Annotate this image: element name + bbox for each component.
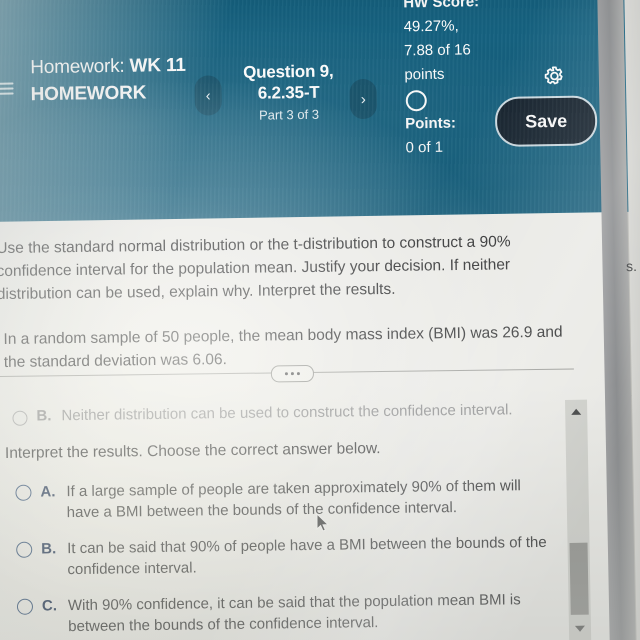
answer-option-c[interactable]: C. With 90% confidence, it can be said t…: [16, 589, 558, 638]
homework-title-lead: Homework:: [30, 55, 125, 79]
question-prompt: Use the standard normal distribution or …: [0, 229, 578, 374]
save-button-label: Save: [524, 110, 568, 131]
radio-button-b[interactable]: [16, 541, 33, 558]
save-button[interactable]: Save: [494, 95, 598, 147]
gear-icon[interactable]: [543, 65, 565, 87]
chevron-right-icon: ›: [360, 90, 366, 108]
answer-option-a[interactable]: A. If a large sample of people are taken…: [15, 475, 556, 524]
radio-button-disabled: [12, 410, 28, 426]
question-body: Use the standard normal distribution or …: [0, 220, 640, 640]
previous-option-text: Neither distribution can be used to cons…: [61, 401, 513, 425]
ellipsis-dot: [284, 372, 288, 376]
chevron-left-icon: ‹: [205, 86, 211, 104]
scrollbar-thumb[interactable]: [569, 542, 589, 615]
radio-button-c[interactable]: [16, 598, 34, 615]
option-text-a: If a large sample of people are taken ap…: [66, 477, 521, 522]
mouse-cursor: [316, 512, 330, 533]
option-text-b: It can be said that 90% of people have a…: [67, 533, 547, 579]
answer-option-b[interactable]: B. It can be said that 90% of people hav…: [16, 532, 557, 581]
scroll-up-arrow-icon[interactable]: [571, 408, 582, 415]
hw-score-label: HW Score:: [403, 0, 480, 12]
offscreen-clipped-text: s.: [625, 257, 638, 275]
screenshot-photo: Homework: WK 11 HOMEWORK ‹ Question 9, 6…: [0, 0, 640, 640]
points-value: 0 of 1: [405, 138, 444, 157]
hw-score-value: 49.27%, 7.88 of 16 points: [403, 17, 471, 84]
question-indicator: Question 9, 6.2.35-T Part 3 of 3: [223, 60, 354, 123]
homework-title: Homework: WK 11 HOMEWORK: [30, 51, 213, 108]
previous-part-answer: B. Neither distribution can be used to c…: [12, 401, 557, 426]
assignment-header: Homework: WK 11 HOMEWORK ‹ Question 9, 6…: [0, 0, 640, 222]
interpret-instruction: Interpret the results. Choose the correc…: [4, 440, 381, 462]
previous-option-letter: B.: [36, 407, 52, 425]
option-letter-b: B.: [41, 540, 57, 558]
ellipsis-dot: [296, 372, 300, 376]
score-panel: HW Score: 49.27%, 7.88 of 16 points Poin…: [403, 0, 484, 160]
more-options-button[interactable]: [270, 364, 315, 383]
question-paragraph-1: Use the standard normal distribution or …: [0, 233, 511, 304]
question-part-label: Part 3 of 3: [258, 106, 320, 123]
question-label: Question 9, 6.2.35-T: [242, 61, 334, 103]
answer-options-list: A. If a large sample of people are taken…: [15, 475, 558, 640]
vertical-scrollbar[interactable]: [565, 399, 592, 640]
option-letter-a: A.: [40, 483, 56, 501]
scroll-down-arrow-icon[interactable]: [574, 625, 586, 632]
points-circle-icon: [405, 90, 427, 112]
next-question-button[interactable]: ›: [349, 78, 378, 120]
ellipsis-dot: [290, 372, 294, 376]
option-letter-c: C.: [41, 597, 58, 615]
hamburger-menu-icon[interactable]: [0, 82, 14, 98]
option-text-c: With 90% confidence, it can be said that…: [67, 591, 521, 636]
radio-button-a[interactable]: [15, 484, 32, 501]
points-label: Points:: [405, 114, 457, 133]
previous-question-button[interactable]: ‹: [194, 75, 222, 116]
